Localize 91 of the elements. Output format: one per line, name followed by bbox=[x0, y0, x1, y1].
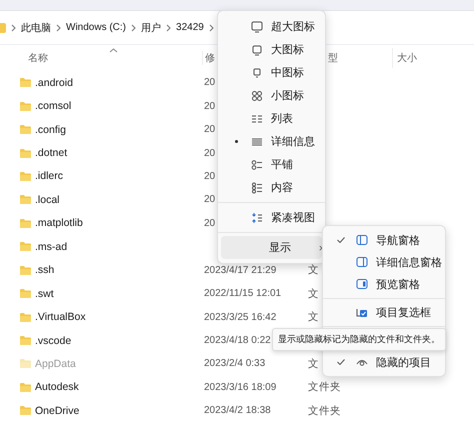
file-name[interactable]: .matplotlib bbox=[35, 217, 83, 230]
type-text: 文 bbox=[308, 310, 319, 324]
view-icon bbox=[251, 44, 263, 56]
folder-icon bbox=[20, 336, 31, 346]
column-header[interactable]: 名称 bbox=[0, 51, 206, 65]
view-icon bbox=[251, 182, 263, 194]
view-icon bbox=[251, 136, 263, 148]
folder-icon bbox=[20, 218, 31, 228]
folder-icon bbox=[20, 195, 31, 204]
date-text: 2023/3/25 16:42 bbox=[204, 312, 276, 323]
type-text: 文 bbox=[308, 263, 319, 278]
folder-icon bbox=[20, 266, 31, 275]
file-name[interactable]: .comsol bbox=[35, 100, 72, 112]
view-icon bbox=[251, 158, 263, 170]
pane-icon bbox=[356, 234, 368, 246]
view-icon bbox=[251, 112, 263, 124]
view-icon bbox=[251, 90, 263, 102]
file-name[interactable]: .ssh bbox=[35, 264, 54, 276]
menu-item[interactable]: 详细信息 bbox=[221, 130, 322, 153]
menu-item[interactable]: 中图标 bbox=[221, 61, 322, 84]
date-text: 20 bbox=[204, 194, 216, 206]
folder-icon bbox=[20, 172, 31, 181]
breadcrumb-item[interactable]: 用户 bbox=[141, 20, 162, 34]
menu-item[interactable]: 预览窗格 bbox=[326, 273, 442, 295]
pane-icon bbox=[356, 278, 368, 290]
menu-item[interactable]: 超大图标 bbox=[221, 15, 322, 38]
view-icon bbox=[251, 20, 263, 32]
folder-icon bbox=[20, 148, 31, 158]
folder-icon bbox=[20, 312, 31, 322]
view-icon bbox=[251, 66, 263, 78]
menu-item[interactable]: 大图标 bbox=[221, 38, 322, 61]
menu-item[interactable]: 详细信息窗格 bbox=[326, 251, 442, 273]
date-text: 2023/3/16 18:09 bbox=[204, 382, 276, 393]
file-name[interactable]: .config bbox=[35, 124, 66, 136]
chevron-icon bbox=[208, 24, 214, 32]
date-text: 2023/4/17 21:29 bbox=[204, 264, 276, 276]
type-text: 文 bbox=[308, 356, 319, 371]
date-text: 2023/4/2 18:38 bbox=[204, 405, 271, 416]
folder-icon bbox=[20, 125, 31, 134]
date-text: 20 bbox=[204, 170, 216, 182]
date-text: 20 bbox=[204, 100, 216, 112]
chevron-icon bbox=[11, 24, 16, 32]
file-name[interactable]: .local bbox=[35, 194, 60, 206]
compact-view-icon bbox=[251, 212, 263, 224]
date-text: 2023/2/4 0:33 bbox=[204, 358, 266, 370]
menu-item[interactable]: 紧凑视图 bbox=[221, 206, 322, 229]
chevron-icon bbox=[131, 24, 136, 32]
type-text: 文 bbox=[308, 286, 319, 301]
breadcrumb-item[interactable]: Windows (C:) bbox=[66, 22, 126, 33]
folder-icon bbox=[20, 406, 31, 416]
type-text: 文件夹 bbox=[308, 404, 341, 418]
date-text: 2022/11/15 12:01 bbox=[204, 288, 282, 300]
file-name[interactable]: .swt bbox=[35, 288, 54, 300]
file-name[interactable]: OneDrive bbox=[35, 404, 80, 417]
folder-icon bbox=[20, 382, 31, 392]
menu-item[interactable]: 平铺 bbox=[221, 153, 322, 176]
date-text: 20 bbox=[204, 124, 216, 136]
folder-icon bbox=[20, 359, 31, 368]
folder-icon bbox=[0, 22, 6, 32]
date-text: 20 bbox=[204, 148, 216, 159]
chevron-icon bbox=[56, 24, 61, 32]
folder-icon bbox=[20, 78, 31, 88]
menu-item[interactable]: 列表 bbox=[221, 107, 322, 130]
file-name[interactable]: Autodesk bbox=[35, 381, 79, 394]
breadcrumb-item[interactable]: 此电脑 bbox=[21, 20, 51, 34]
folder-icon bbox=[20, 242, 31, 252]
folder-icon bbox=[20, 102, 31, 111]
menu-item[interactable]: 项目复选框 bbox=[326, 301, 442, 323]
type-text: 文件夹 bbox=[308, 380, 341, 394]
file-name[interactable]: .dotnet bbox=[35, 147, 68, 160]
tooltip: 显示或隐藏标记为隐藏的文件和文件夹。 bbox=[272, 328, 446, 351]
sort-caret-icon bbox=[109, 48, 118, 53]
file-name[interactable]: .idlerc bbox=[35, 170, 64, 182]
menu-item[interactable]: 小图标 bbox=[221, 84, 322, 107]
date-text: 20 bbox=[204, 77, 216, 88]
menu-item[interactable]: 显示 › bbox=[221, 236, 322, 259]
pane-icon bbox=[356, 256, 368, 268]
column-header[interactable]: 大小 bbox=[392, 48, 447, 68]
date-text: 20 bbox=[204, 218, 216, 229]
file-name[interactable]: .vscode bbox=[35, 334, 72, 347]
chevron-icon bbox=[166, 24, 172, 32]
pane-icon bbox=[356, 306, 368, 318]
file-name[interactable]: .ms-ad bbox=[35, 240, 68, 253]
folder-icon bbox=[20, 289, 31, 298]
menu-item[interactable]: 导航窗格 bbox=[326, 229, 442, 251]
menu-item[interactable]: 内容 bbox=[221, 176, 322, 199]
menu-item[interactable]: 隐藏的项目 bbox=[326, 351, 442, 373]
file-name[interactable]: .VirtualBox bbox=[35, 311, 86, 324]
breadcrumb-item[interactable]: 32429 bbox=[176, 22, 204, 33]
file-name[interactable]: .android bbox=[35, 76, 73, 89]
date-text: 2023/4/18 0:22 bbox=[204, 335, 271, 346]
